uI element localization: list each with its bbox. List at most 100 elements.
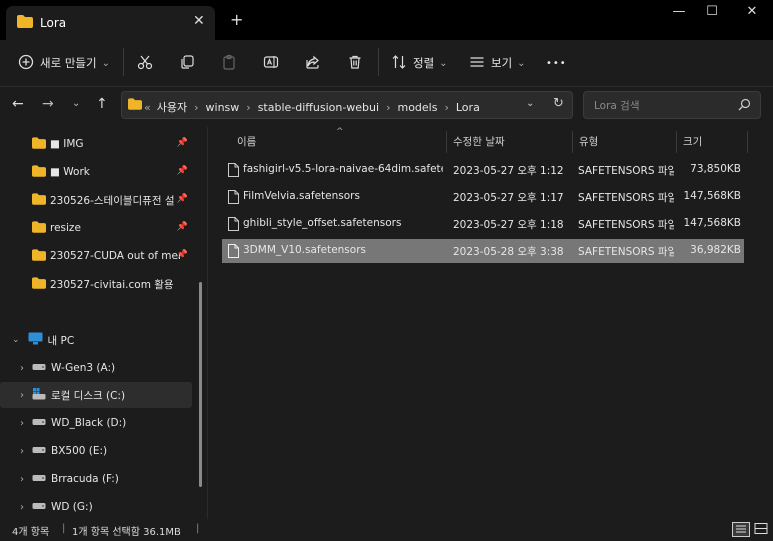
file-row[interactable]: FilmVelvia.safetensors 2023-05-27 오후 1:1… bbox=[222, 185, 744, 209]
file-row-selected[interactable]: 3DMM_V10.safetensors 2023-05-28 오후 3:38 … bbox=[222, 239, 744, 263]
more-options-button[interactable]: ••• bbox=[546, 52, 567, 74]
column-resize-handle[interactable] bbox=[572, 131, 573, 153]
breadcrumb-item-winsw[interactable]: winsw bbox=[206, 101, 240, 114]
sidebar-item-drive-e[interactable]: › BX500 (E:) bbox=[0, 438, 192, 464]
up-icon[interactable]: ↑ bbox=[96, 96, 108, 112]
column-header-name[interactable]: 이름 bbox=[237, 127, 256, 155]
close-window-icon[interactable]: ✕ bbox=[740, 4, 764, 19]
breadcrumb-item-models[interactable]: models bbox=[397, 101, 437, 114]
sidebar-item-drive-g[interactable]: › WD (G:) bbox=[0, 494, 192, 519]
breadcrumb-item-lora[interactable]: Lora bbox=[456, 101, 480, 114]
column-resize-handle[interactable] bbox=[446, 131, 447, 153]
pin-icon[interactable]: 📌 bbox=[177, 222, 188, 232]
chevron-down-icon: ⌄ bbox=[517, 57, 526, 69]
drive-icon bbox=[32, 417, 46, 429]
folder-icon bbox=[32, 164, 46, 180]
sidebar-item-drive-d[interactable]: › WD_Black (D:) bbox=[0, 410, 192, 436]
chevron-down-icon: ⌄ bbox=[101, 57, 110, 69]
drive-icon bbox=[32, 445, 46, 457]
rename-button[interactable] bbox=[263, 52, 279, 74]
column-resize-handle[interactable] bbox=[747, 131, 748, 153]
file-row[interactable]: ghibli_style_offset.safetensors 2023-05-… bbox=[222, 212, 744, 236]
sidebar-item-drive-a[interactable]: › W-Gen3 (A:) bbox=[0, 355, 192, 381]
new-tab-icon[interactable]: + bbox=[230, 10, 243, 29]
pin-icon[interactable]: 📌 bbox=[177, 138, 188, 148]
copy-button[interactable] bbox=[179, 52, 195, 74]
breadcrumb-separator[interactable]: › bbox=[444, 101, 448, 114]
breadcrumb-overflow[interactable]: « bbox=[144, 101, 151, 114]
search-input[interactable] bbox=[592, 97, 736, 115]
paste-button[interactable] bbox=[221, 52, 237, 74]
column-header-label: 크기 bbox=[683, 135, 703, 148]
collapsed-chevron-icon[interactable]: › bbox=[20, 390, 24, 401]
collapsed-chevron-icon[interactable]: › bbox=[20, 502, 24, 513]
expand-chevron-icon[interactable]: ⌄ bbox=[12, 335, 20, 345]
sidebar-item-stable-diffusion[interactable]: 230526-스테이블디퓨전 설 📌 bbox=[0, 187, 192, 213]
item-count: 4개 항목 bbox=[12, 527, 50, 538]
breadcrumb-separator[interactable]: › bbox=[386, 101, 390, 114]
file-type: SAFETENSORS 파일 bbox=[578, 192, 674, 204]
view-button[interactable]: 보기 ⌄ bbox=[469, 52, 526, 74]
trash-icon bbox=[347, 54, 363, 73]
column-header-label: 수정한 날짜 bbox=[453, 135, 505, 148]
pin-icon[interactable]: 📌 bbox=[177, 166, 188, 176]
pin-icon[interactable]: 📌 bbox=[177, 250, 188, 260]
tab-close-icon[interactable]: ✕ bbox=[193, 13, 205, 29]
address-bar[interactable]: « 사용자 › winsw › stable-diffusion-webui › models… bbox=[121, 91, 573, 119]
new-button[interactable]: 새로 만들기 ⌄ bbox=[18, 52, 110, 74]
windows-drive-icon bbox=[32, 387, 46, 403]
sidebar-item-label: WD (G:) bbox=[51, 501, 93, 513]
column-header-type[interactable]: 유형 bbox=[579, 127, 598, 155]
file-row[interactable]: fashigirl-v5.5-lora-naivae-64dim.safeten… bbox=[222, 158, 744, 182]
sidebar-item-drive-f[interactable]: › Brracuda (F:) bbox=[0, 466, 192, 492]
sidebar-item-work[interactable]: ■ Work 📌 bbox=[0, 159, 192, 185]
file-name: 3DMM_V10.safetensors bbox=[243, 244, 366, 256]
breadcrumb-item-users[interactable]: 사용자 bbox=[157, 101, 187, 114]
sort-button[interactable]: 정렬 ⌄ bbox=[391, 52, 448, 74]
column-resize-handle[interactable] bbox=[676, 131, 677, 153]
pin-icon[interactable]: 📌 bbox=[177, 194, 188, 204]
refresh-icon[interactable]: ↻ bbox=[553, 96, 564, 111]
breadcrumb-separator[interactable]: › bbox=[194, 101, 198, 114]
search-icon[interactable] bbox=[738, 98, 751, 114]
collapsed-chevron-icon[interactable]: › bbox=[20, 446, 24, 457]
sidebar-item-resize[interactable]: resize 📌 bbox=[0, 215, 192, 241]
breadcrumb-item-webui[interactable]: stable-diffusion-webui bbox=[258, 101, 379, 114]
forward-icon[interactable]: → bbox=[42, 96, 54, 112]
back-icon[interactable]: ← bbox=[12, 96, 24, 112]
tab-lora[interactable]: Lora ✕ bbox=[6, 6, 215, 40]
sidebar-item-drive-c[interactable]: › 로컬 디스크 (C:) bbox=[0, 382, 192, 408]
share-icon bbox=[305, 54, 321, 73]
recent-locations-chevron-icon[interactable]: ⌄ bbox=[72, 98, 80, 109]
sidebar-scrollbar[interactable] bbox=[199, 282, 202, 487]
share-button[interactable] bbox=[305, 52, 321, 74]
sidebar-item-label: 230526-스테이블디퓨전 설 bbox=[50, 194, 175, 207]
copy-icon bbox=[179, 54, 195, 73]
sidebar-item-cuda[interactable]: 230527-CUDA out of mem 📌 bbox=[0, 243, 192, 269]
cut-button[interactable] bbox=[137, 52, 153, 74]
details-view-icon[interactable] bbox=[732, 522, 750, 537]
search-box[interactable] bbox=[583, 91, 761, 119]
sidebar-item-label: ■ Work bbox=[50, 166, 90, 178]
plus-circle-icon bbox=[18, 54, 34, 73]
maximize-icon[interactable]: ☐ bbox=[700, 4, 724, 19]
sidebar-item-civitai[interactable]: 230527-civitai.com 활용 bbox=[0, 271, 192, 297]
collapsed-chevron-icon[interactable]: › bbox=[20, 363, 24, 374]
sidebar-item-label: 230527-CUDA out of mem bbox=[50, 250, 180, 262]
collapsed-chevron-icon[interactable]: › bbox=[20, 418, 24, 429]
delete-button[interactable] bbox=[347, 52, 363, 74]
sidebar-item-img[interactable]: ■ IMG 📌 bbox=[0, 131, 192, 157]
column-header-date[interactable]: 수정한 날짜 bbox=[453, 127, 505, 155]
column-header-size[interactable]: 크기 bbox=[683, 127, 702, 155]
tiles-view-icon[interactable] bbox=[753, 522, 771, 537]
navigation-bar: ← → ⌄ ↑ « 사용자 › winsw › stable-diffusion-webu… bbox=[0, 87, 773, 125]
collapsed-chevron-icon[interactable]: › bbox=[20, 474, 24, 485]
sidebar-item-this-pc[interactable]: ⌄ 내 PC bbox=[0, 327, 192, 353]
file-size: 147,568KB bbox=[683, 190, 741, 202]
toolbar-divider bbox=[123, 48, 124, 76]
file-icon bbox=[228, 190, 239, 207]
breadcrumb-separator[interactable]: › bbox=[246, 101, 250, 114]
folder-icon bbox=[32, 276, 46, 292]
address-history-chevron-icon[interactable]: ⌄ bbox=[526, 98, 534, 109]
minimize-icon[interactable]: — bbox=[667, 4, 691, 19]
